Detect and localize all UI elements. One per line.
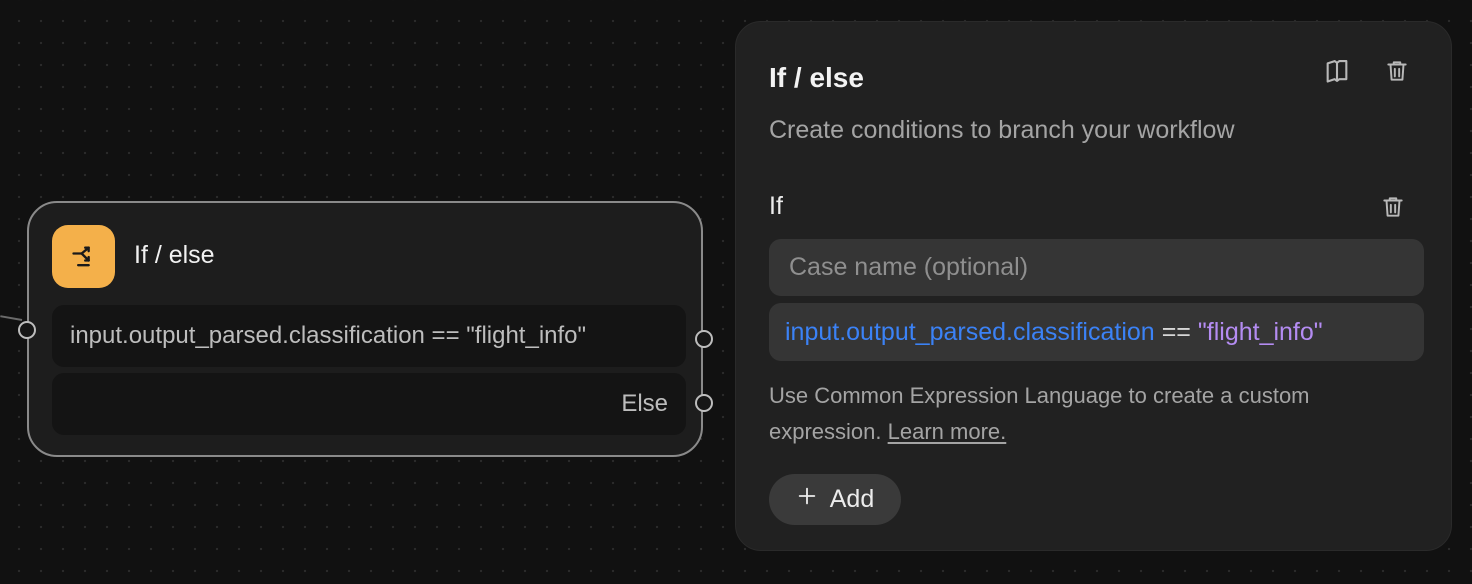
plus-icon	[796, 485, 818, 514]
node-title: If / else	[134, 241, 215, 269]
panel-subtitle: Create conditions to branch your workflo…	[769, 116, 1235, 144]
case-name-input[interactable]	[769, 239, 1424, 296]
help-text: Use Common Expression Language to create…	[769, 383, 1310, 444]
condition-output-port[interactable]	[695, 330, 713, 348]
condition-expression-field[interactable]: input.output_parsed.classification == "f…	[769, 303, 1424, 361]
expression-identifier: input.output_parsed.classification	[785, 317, 1155, 346]
panel-title: If / else	[769, 62, 864, 93]
node-condition-text: input.output_parsed.classification == "f…	[70, 322, 587, 349]
case-label: If	[769, 192, 783, 220]
delete-case-icon[interactable]	[1375, 189, 1411, 225]
help-text-block: Use Common Expression Language to create…	[769, 378, 1409, 450]
add-button-label: Add	[829, 485, 875, 513]
expression-value: "flight_info"	[1197, 317, 1323, 346]
if-else-node[interactable]: If / else input.output_parsed.classifica…	[18, 201, 713, 457]
trash-icon[interactable]	[1379, 53, 1415, 89]
inspector-panel: If / else Create conditions to branch yo…	[735, 21, 1452, 551]
input-port[interactable]	[18, 321, 36, 339]
node-else-row[interactable]: Else	[52, 373, 686, 435]
node-else-text: Else	[621, 390, 668, 417]
node-condition-row[interactable]: input.output_parsed.classification == "f…	[52, 305, 686, 367]
branch-icon	[52, 225, 115, 288]
book-icon[interactable]	[1319, 53, 1355, 89]
else-output-port[interactable]	[695, 394, 713, 412]
learn-more-link[interactable]: Learn more.	[888, 419, 1007, 444]
add-case-button[interactable]: Add	[769, 474, 901, 525]
expression-operator: ==	[1161, 317, 1191, 346]
